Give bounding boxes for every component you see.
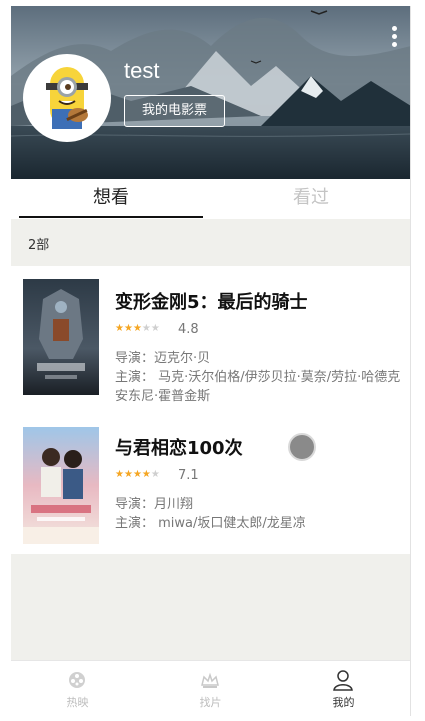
movie-poster	[23, 279, 99, 395]
nav-label: 我的	[332, 696, 355, 709]
nav-label: 热映	[66, 696, 89, 709]
movie-cast: 主演： miwa/坂口健太郎/龙星凉	[115, 516, 306, 531]
bottom-nav: 热映 找片 我的	[11, 660, 410, 716]
movie-score: 7.1	[178, 468, 199, 483]
movie-director: 导演：月川翔	[115, 497, 194, 512]
film-reel-icon	[69, 672, 85, 688]
list-item[interactable]: 与君相恋100次 ★★★★★ 7.1 导演：月川翔 主演： miwa/坂口健太郎…	[11, 406, 410, 546]
floating-action-button[interactable]	[288, 433, 316, 461]
movie-cast: 主演： 马克·沃尔伯格/伊莎贝拉·莫奈/劳拉·哈德克安东尼·霍普金斯	[115, 370, 401, 404]
movie-title: 与君相恋100次	[115, 438, 243, 459]
tab-want-to-watch[interactable]: 想看	[11, 179, 211, 219]
username: test	[124, 58, 160, 83]
nav-label: 找片	[199, 696, 222, 709]
tab-watched[interactable]: 看过	[211, 179, 410, 219]
movie-title: 变形金刚5：最后的骑士	[115, 292, 308, 313]
nav-item-mine[interactable]: 我的	[277, 661, 410, 716]
movie-poster	[23, 427, 99, 544]
list-item[interactable]: 变形金刚5：最后的骑士 ★★★★★ 4.8 导演：迈克尔·贝 主演： 马克·沃尔…	[11, 266, 410, 406]
app-frame: test 我的电影票 想看 看过 2部 变形金刚5：最后的骑士 ★★★★★ 4.…	[11, 6, 411, 716]
profile-banner: test 我的电影票	[11, 6, 410, 179]
movie-director: 导演：迈克尔·贝	[115, 351, 211, 366]
movie-score: 4.8	[178, 322, 199, 337]
avatar[interactable]	[23, 54, 111, 142]
nav-item-find-movies[interactable]: 找片	[144, 661, 277, 716]
crown-icon	[201, 672, 219, 688]
my-tickets-button[interactable]: 我的电影票	[124, 95, 225, 127]
more-options-icon[interactable]	[389, 26, 399, 48]
movie-count: 2部	[28, 238, 50, 253]
nav-item-now-showing[interactable]: 热映	[11, 661, 144, 716]
minion-avatar-image	[26, 57, 108, 139]
movie-list: 变形金刚5：最后的骑士 ★★★★★ 4.8 导演：迈克尔·贝 主演： 马克·沃尔…	[11, 266, 410, 554]
star-rating: ★★★★★	[115, 323, 160, 334]
tab-bar: 想看 看过	[11, 179, 410, 219]
star-rating: ★★★★★	[115, 469, 160, 480]
active-tab-indicator	[19, 216, 203, 218]
person-icon	[333, 670, 353, 691]
